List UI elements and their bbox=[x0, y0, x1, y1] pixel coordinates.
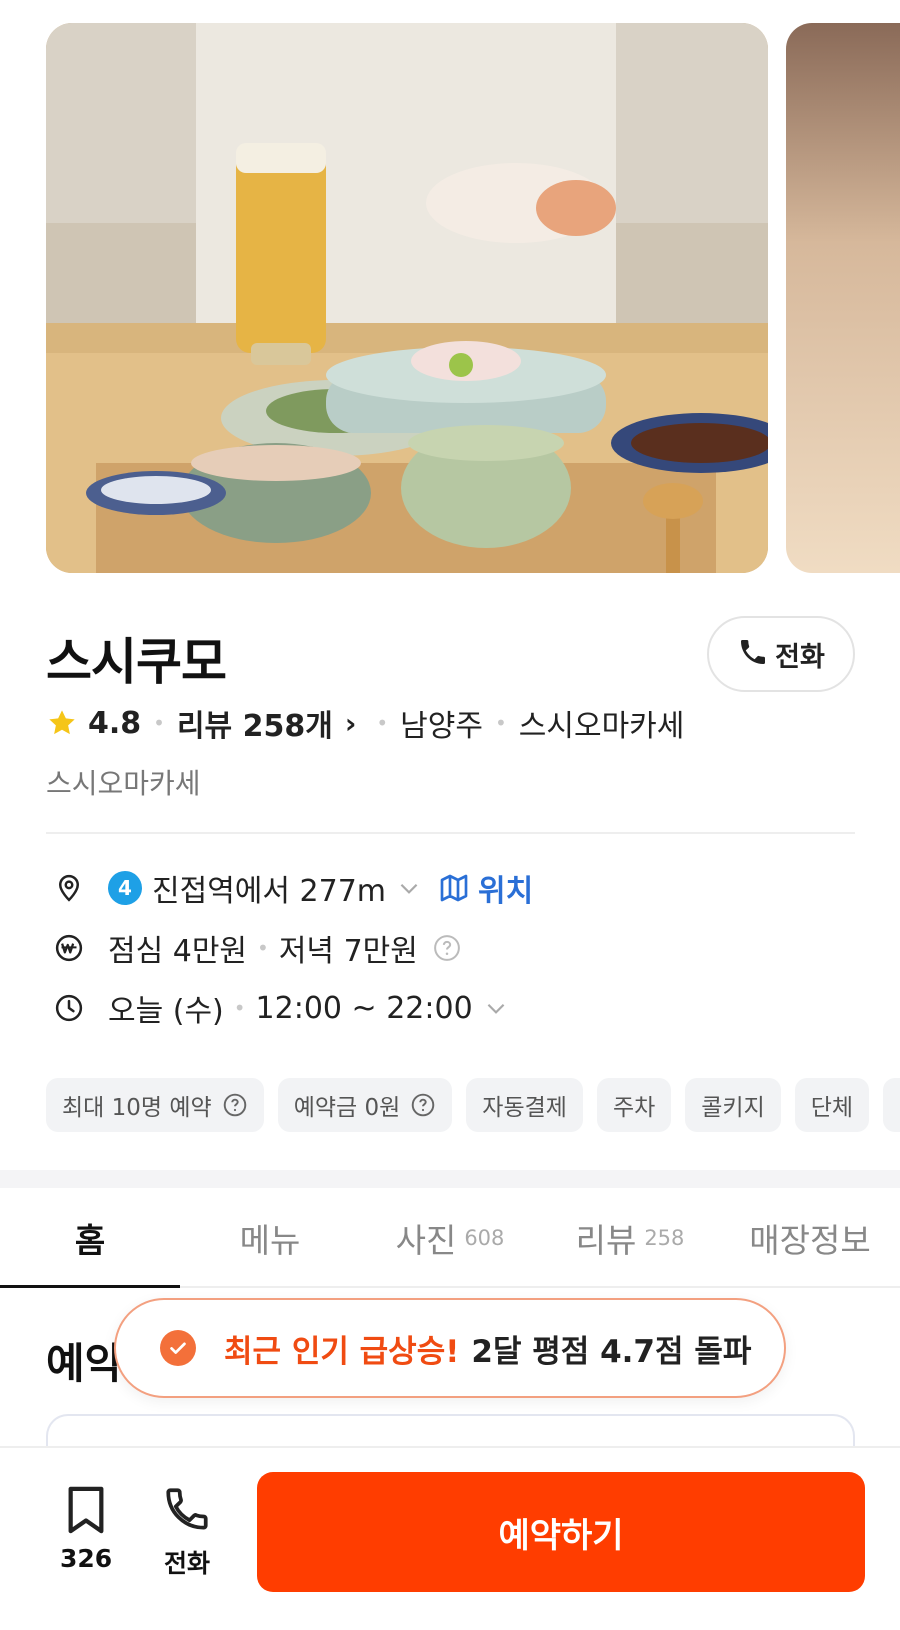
bottom-action-bar: 326 전화 예약하기 bbox=[0, 1446, 900, 1630]
bottom-call-button[interactable]: 전화 bbox=[162, 1484, 212, 1580]
dinner-price: 저녁 7만원 bbox=[278, 934, 418, 969]
rating-row: 4.8 • 리뷰 258개 › • 남양주 • 스시오마카세 bbox=[46, 701, 685, 745]
star-icon bbox=[46, 707, 78, 739]
tab-reviews[interactable]: 리뷰 258 bbox=[540, 1190, 720, 1286]
price-row: 점심 4만원 • 저녁 7만원 bbox=[52, 926, 462, 970]
bottom-call-label: 전화 bbox=[163, 1549, 210, 1578]
photo-carousel[interactable] bbox=[0, 0, 900, 580]
chip-group[interactable]: 단체 bbox=[794, 1078, 870, 1132]
tab-label: 리뷰 bbox=[575, 1221, 637, 1260]
feature-chips: 최대 10명 예약 예약금 0원 자동결제 주차 콜키지 단체 홀 bbox=[46, 1078, 900, 1132]
reserve-button[interactable]: 예약하기 bbox=[257, 1472, 865, 1592]
bookmark-count: 326 bbox=[60, 1544, 113, 1573]
tab-label: 사진 bbox=[395, 1221, 457, 1260]
tab-bar: 홈 메뉴 사진 608 리뷰 258 매장정보 bbox=[0, 1190, 900, 1288]
region: 남양주 bbox=[400, 709, 483, 744]
bookmark-button[interactable]: 326 bbox=[60, 1484, 112, 1573]
clock-icon bbox=[52, 991, 86, 1025]
hours-day: 오늘 (수) bbox=[108, 994, 224, 1029]
section-title: 예약 bbox=[46, 1339, 124, 1388]
chip-auto-payment[interactable]: 자동결제 bbox=[466, 1078, 583, 1132]
chevron-down-icon[interactable] bbox=[396, 875, 422, 901]
chip-corkage[interactable]: 콜키지 bbox=[685, 1078, 781, 1132]
map-icon bbox=[438, 872, 470, 904]
tab-home[interactable]: 홈 bbox=[0, 1190, 180, 1288]
chevron-right-icon[interactable]: › bbox=[345, 707, 357, 740]
tab-label: 매장정보 bbox=[749, 1221, 871, 1260]
popularity-toast: 최근 인기 급상승! 2달 평점 4.7점 돌파 bbox=[114, 1298, 786, 1398]
toast-highlight: 최근 인기 급상승! bbox=[224, 1333, 460, 1370]
location-row: 4 진접역에서 277m 위치 bbox=[52, 866, 533, 910]
separator-dot: • bbox=[233, 996, 246, 1020]
chip-label: 주차 bbox=[612, 1095, 656, 1121]
chip-hall[interactable]: 홀 bbox=[883, 1078, 900, 1132]
tab-menu[interactable]: 메뉴 bbox=[180, 1190, 360, 1286]
tab-count: 258 bbox=[644, 1226, 685, 1250]
subcategory: 스시오마카세 bbox=[46, 767, 201, 800]
tab-count: 608 bbox=[464, 1226, 505, 1250]
help-icon[interactable] bbox=[410, 1092, 436, 1118]
review-link[interactable]: 리뷰 258개 bbox=[177, 701, 333, 745]
phone-icon bbox=[737, 636, 769, 672]
call-button[interactable]: 전화 bbox=[707, 616, 855, 692]
toast-text: 2달 평점 4.7점 돌파 bbox=[471, 1333, 752, 1370]
restaurant-name: 스시쿠모 bbox=[46, 633, 227, 691]
rating-value: 4.8 bbox=[88, 705, 142, 741]
pin-icon bbox=[52, 871, 86, 905]
chip-label: 예약금 0원 bbox=[293, 1095, 401, 1121]
separator-dot: • bbox=[494, 711, 507, 735]
hours-row: 오늘 (수) • 12:00 ~ 22:00 bbox=[52, 986, 509, 1030]
chip-deposit[interactable]: 예약금 0원 bbox=[277, 1078, 453, 1132]
separator-dot: • bbox=[153, 711, 165, 735]
tab-label: 홈 bbox=[74, 1220, 106, 1260]
call-button-label: 전화 bbox=[775, 641, 825, 673]
chip-label: 자동결제 bbox=[482, 1095, 567, 1121]
chip-label: 단체 bbox=[810, 1095, 854, 1121]
next-photo-preview[interactable] bbox=[786, 23, 900, 573]
station-distance: 진접역에서 277m bbox=[152, 874, 387, 909]
chip-parking[interactable]: 주차 bbox=[596, 1078, 672, 1132]
divider bbox=[46, 832, 855, 834]
location-link-label: 위치 bbox=[478, 874, 534, 909]
check-icon bbox=[160, 1330, 196, 1366]
won-icon bbox=[52, 931, 86, 965]
lunch-price: 점심 4만원 bbox=[108, 934, 248, 969]
tab-photos[interactable]: 사진 608 bbox=[360, 1190, 540, 1286]
phone-icon bbox=[162, 1484, 212, 1536]
chip-label: 콜키지 bbox=[701, 1095, 765, 1121]
tab-store-info[interactable]: 매장정보 bbox=[720, 1190, 900, 1286]
section-divider bbox=[0, 1170, 900, 1188]
location-link[interactable]: 위치 bbox=[438, 866, 533, 910]
subway-line-badge: 4 bbox=[108, 871, 142, 905]
chevron-down-icon[interactable] bbox=[483, 995, 509, 1021]
bookmark-icon bbox=[63, 1484, 109, 1536]
hours-time: 12:00 ~ 22:00 bbox=[255, 990, 473, 1026]
chip-label: 최대 10명 예약 bbox=[62, 1095, 212, 1121]
help-icon[interactable] bbox=[432, 933, 462, 963]
category: 스시오마카세 bbox=[518, 709, 685, 744]
chip-max-party[interactable]: 최대 10명 예약 bbox=[46, 1078, 264, 1132]
restaurant-photo[interactable] bbox=[46, 23, 768, 573]
separator-dot: • bbox=[376, 711, 389, 735]
tab-label: 메뉴 bbox=[239, 1221, 301, 1260]
separator-dot: • bbox=[257, 936, 269, 960]
help-icon[interactable] bbox=[222, 1092, 248, 1118]
